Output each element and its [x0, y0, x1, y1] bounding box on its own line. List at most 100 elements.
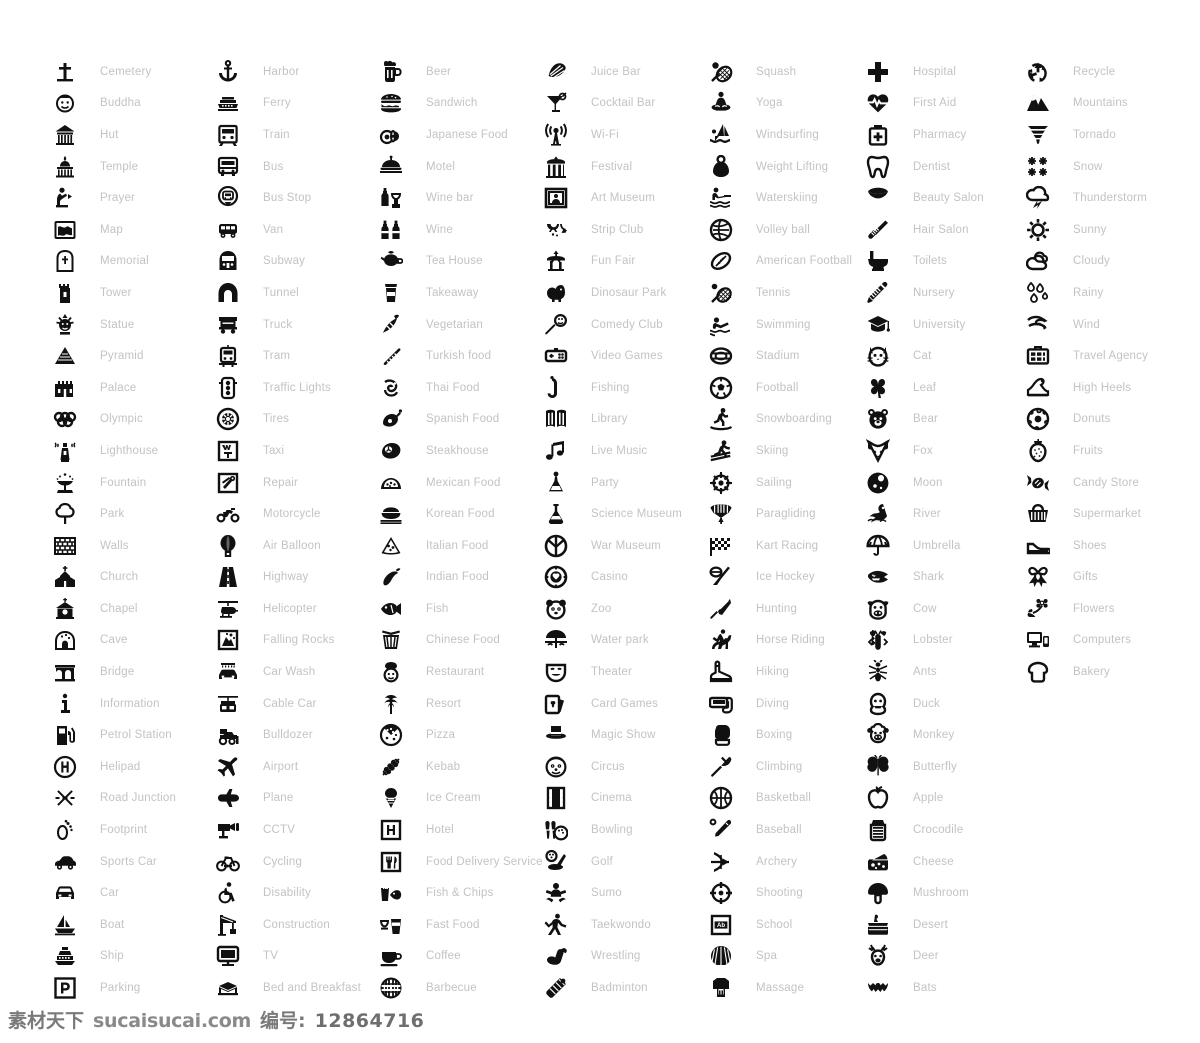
- icon-list-item[interactable]: Flowers: [1025, 593, 1200, 625]
- icon-list-item[interactable]: Mexican Food: [378, 467, 543, 499]
- icon-list-item[interactable]: Tea House: [378, 246, 543, 278]
- icon-list-item[interactable]: CCTV: [215, 814, 378, 846]
- icon-list-item[interactable]: Thai Food: [378, 372, 543, 404]
- icon-list-item[interactable]: River: [865, 498, 1025, 530]
- icon-list-item[interactable]: Airport: [215, 751, 378, 783]
- icon-list-item[interactable]: Wrestling: [543, 941, 708, 973]
- icon-list-item[interactable]: Repair: [215, 467, 378, 499]
- icon-list-item[interactable]: Tennis: [708, 277, 865, 309]
- icon-list-item[interactable]: Hunting: [708, 593, 865, 625]
- icon-list-item[interactable]: Road Junction: [52, 783, 215, 815]
- icon-list-item[interactable]: Snowboarding: [708, 404, 865, 436]
- icon-list-item[interactable]: Shooting: [708, 877, 865, 909]
- icon-list-item[interactable]: Hotel: [378, 814, 543, 846]
- icon-list-item[interactable]: Fun Fair: [543, 246, 708, 278]
- icon-list-item[interactable]: Italian Food: [378, 530, 543, 562]
- icon-list-item[interactable]: Statue: [52, 309, 215, 341]
- icon-list-item[interactable]: Theater: [543, 656, 708, 688]
- icon-list-item[interactable]: Horse Riding: [708, 625, 865, 657]
- icon-list-item[interactable]: Bowling: [543, 814, 708, 846]
- icon-list-item[interactable]: Bed and Breakfast: [215, 972, 378, 1004]
- icon-list-item[interactable]: Ferry: [215, 88, 378, 120]
- icon-list-item[interactable]: Juice Bar: [543, 56, 708, 88]
- icon-list-item[interactable]: First Aid: [865, 88, 1025, 120]
- icon-list-item[interactable]: Subway: [215, 246, 378, 278]
- icon-list-item[interactable]: Computers: [1025, 625, 1200, 657]
- icon-list-item[interactable]: Resort: [378, 688, 543, 720]
- icon-list-item[interactable]: Motel: [378, 151, 543, 183]
- icon-list-item[interactable]: Sunny: [1025, 214, 1200, 246]
- icon-list-item[interactable]: Sandwich: [378, 88, 543, 120]
- icon-list-item[interactable]: Spanish Food: [378, 404, 543, 436]
- icon-list-item[interactable]: Strip Club: [543, 214, 708, 246]
- icon-list-item[interactable]: Restaurant: [378, 656, 543, 688]
- icon-list-item[interactable]: Boxing: [708, 719, 865, 751]
- icon-list-item[interactable]: Card Games: [543, 688, 708, 720]
- icon-list-item[interactable]: Bakery: [1025, 656, 1200, 688]
- icon-list-item[interactable]: Helicopter: [215, 593, 378, 625]
- icon-list-item[interactable]: Leaf: [865, 372, 1025, 404]
- icon-list-item[interactable]: Desert: [865, 909, 1025, 941]
- icon-list-item[interactable]: Wi-Fi: [543, 119, 708, 151]
- icon-list-item[interactable]: Skiing: [708, 435, 865, 467]
- icon-list-item[interactable]: Falling Rocks: [215, 625, 378, 657]
- icon-list-item[interactable]: Fish: [378, 593, 543, 625]
- icon-list-item[interactable]: Cable Car: [215, 688, 378, 720]
- icon-list-item[interactable]: Paragliding: [708, 498, 865, 530]
- icon-list-item[interactable]: Highway: [215, 562, 378, 594]
- icon-list-item[interactable]: Basketball: [708, 783, 865, 815]
- icon-list-item[interactable]: Supermarket: [1025, 498, 1200, 530]
- icon-list-item[interactable]: Coffee: [378, 941, 543, 973]
- icon-list-item[interactable]: Cycling: [215, 846, 378, 878]
- icon-list-item[interactable]: Hut: [52, 119, 215, 151]
- icon-list-item[interactable]: Bus Stop: [215, 182, 378, 214]
- icon-list-item[interactable]: Dinosaur Park: [543, 277, 708, 309]
- icon-list-item[interactable]: Vegetarian: [378, 309, 543, 341]
- icon-list-item[interactable]: High Heels: [1025, 372, 1200, 404]
- icon-list-item[interactable]: Footprint: [52, 814, 215, 846]
- icon-list-item[interactable]: Cave: [52, 625, 215, 657]
- icon-list-item[interactable]: Disability: [215, 877, 378, 909]
- icon-list-item[interactable]: War Museum: [543, 530, 708, 562]
- icon-list-item[interactable]: American Football: [708, 246, 865, 278]
- icon-list-item[interactable]: Comedy Club: [543, 309, 708, 341]
- icon-list-item[interactable]: Apple: [865, 783, 1025, 815]
- icon-list-item[interactable]: Map: [52, 214, 215, 246]
- icon-list-item[interactable]: Deer: [865, 941, 1025, 973]
- icon-list-item[interactable]: Chinese Food: [378, 625, 543, 657]
- icon-list-item[interactable]: Candy Store: [1025, 467, 1200, 499]
- icon-list-item[interactable]: Library: [543, 404, 708, 436]
- icon-list-item[interactable]: Food Delivery Service: [378, 846, 543, 878]
- icon-list-item[interactable]: Party: [543, 467, 708, 499]
- icon-list-item[interactable]: Hair Salon: [865, 214, 1025, 246]
- icon-list-item[interactable]: University: [865, 309, 1025, 341]
- icon-list-item[interactable]: Barbecue: [378, 972, 543, 1004]
- icon-list-item[interactable]: Van: [215, 214, 378, 246]
- icon-list-item[interactable]: Hospital: [865, 56, 1025, 88]
- icon-list-item[interactable]: Recycle: [1025, 56, 1200, 88]
- icon-list-item[interactable]: Parking: [52, 972, 215, 1004]
- icon-list-item[interactable]: Wine: [378, 214, 543, 246]
- icon-list-item[interactable]: Mountains: [1025, 88, 1200, 120]
- icon-list-item[interactable]: Monkey: [865, 719, 1025, 751]
- icon-list-item[interactable]: Diving: [708, 688, 865, 720]
- icon-list-item[interactable]: Donuts: [1025, 404, 1200, 436]
- icon-list-item[interactable]: Fountain: [52, 467, 215, 499]
- icon-list-item[interactable]: Cemetery: [52, 56, 215, 88]
- icon-list-item[interactable]: Helipad: [52, 751, 215, 783]
- icon-list-item[interactable]: Car Wash: [215, 656, 378, 688]
- icon-list-item[interactable]: Crocodile: [865, 814, 1025, 846]
- icon-list-item[interactable]: Ice Cream: [378, 783, 543, 815]
- icon-list-item[interactable]: Stadium: [708, 340, 865, 372]
- icon-list-item[interactable]: Car: [52, 877, 215, 909]
- icon-list-item[interactable]: Fish & Chips: [378, 877, 543, 909]
- icon-list-item[interactable]: Casino: [543, 562, 708, 594]
- icon-list-item[interactable]: Windsurfing: [708, 119, 865, 151]
- icon-list-item[interactable]: Fast Food: [378, 909, 543, 941]
- icon-list-item[interactable]: Fox: [865, 435, 1025, 467]
- icon-list-item[interactable]: Korean Food: [378, 498, 543, 530]
- icon-list-item[interactable]: Truck: [215, 309, 378, 341]
- icon-list-item[interactable]: Baseball: [708, 814, 865, 846]
- icon-list-item[interactable]: Bats: [865, 972, 1025, 1004]
- icon-list-item[interactable]: Bridge: [52, 656, 215, 688]
